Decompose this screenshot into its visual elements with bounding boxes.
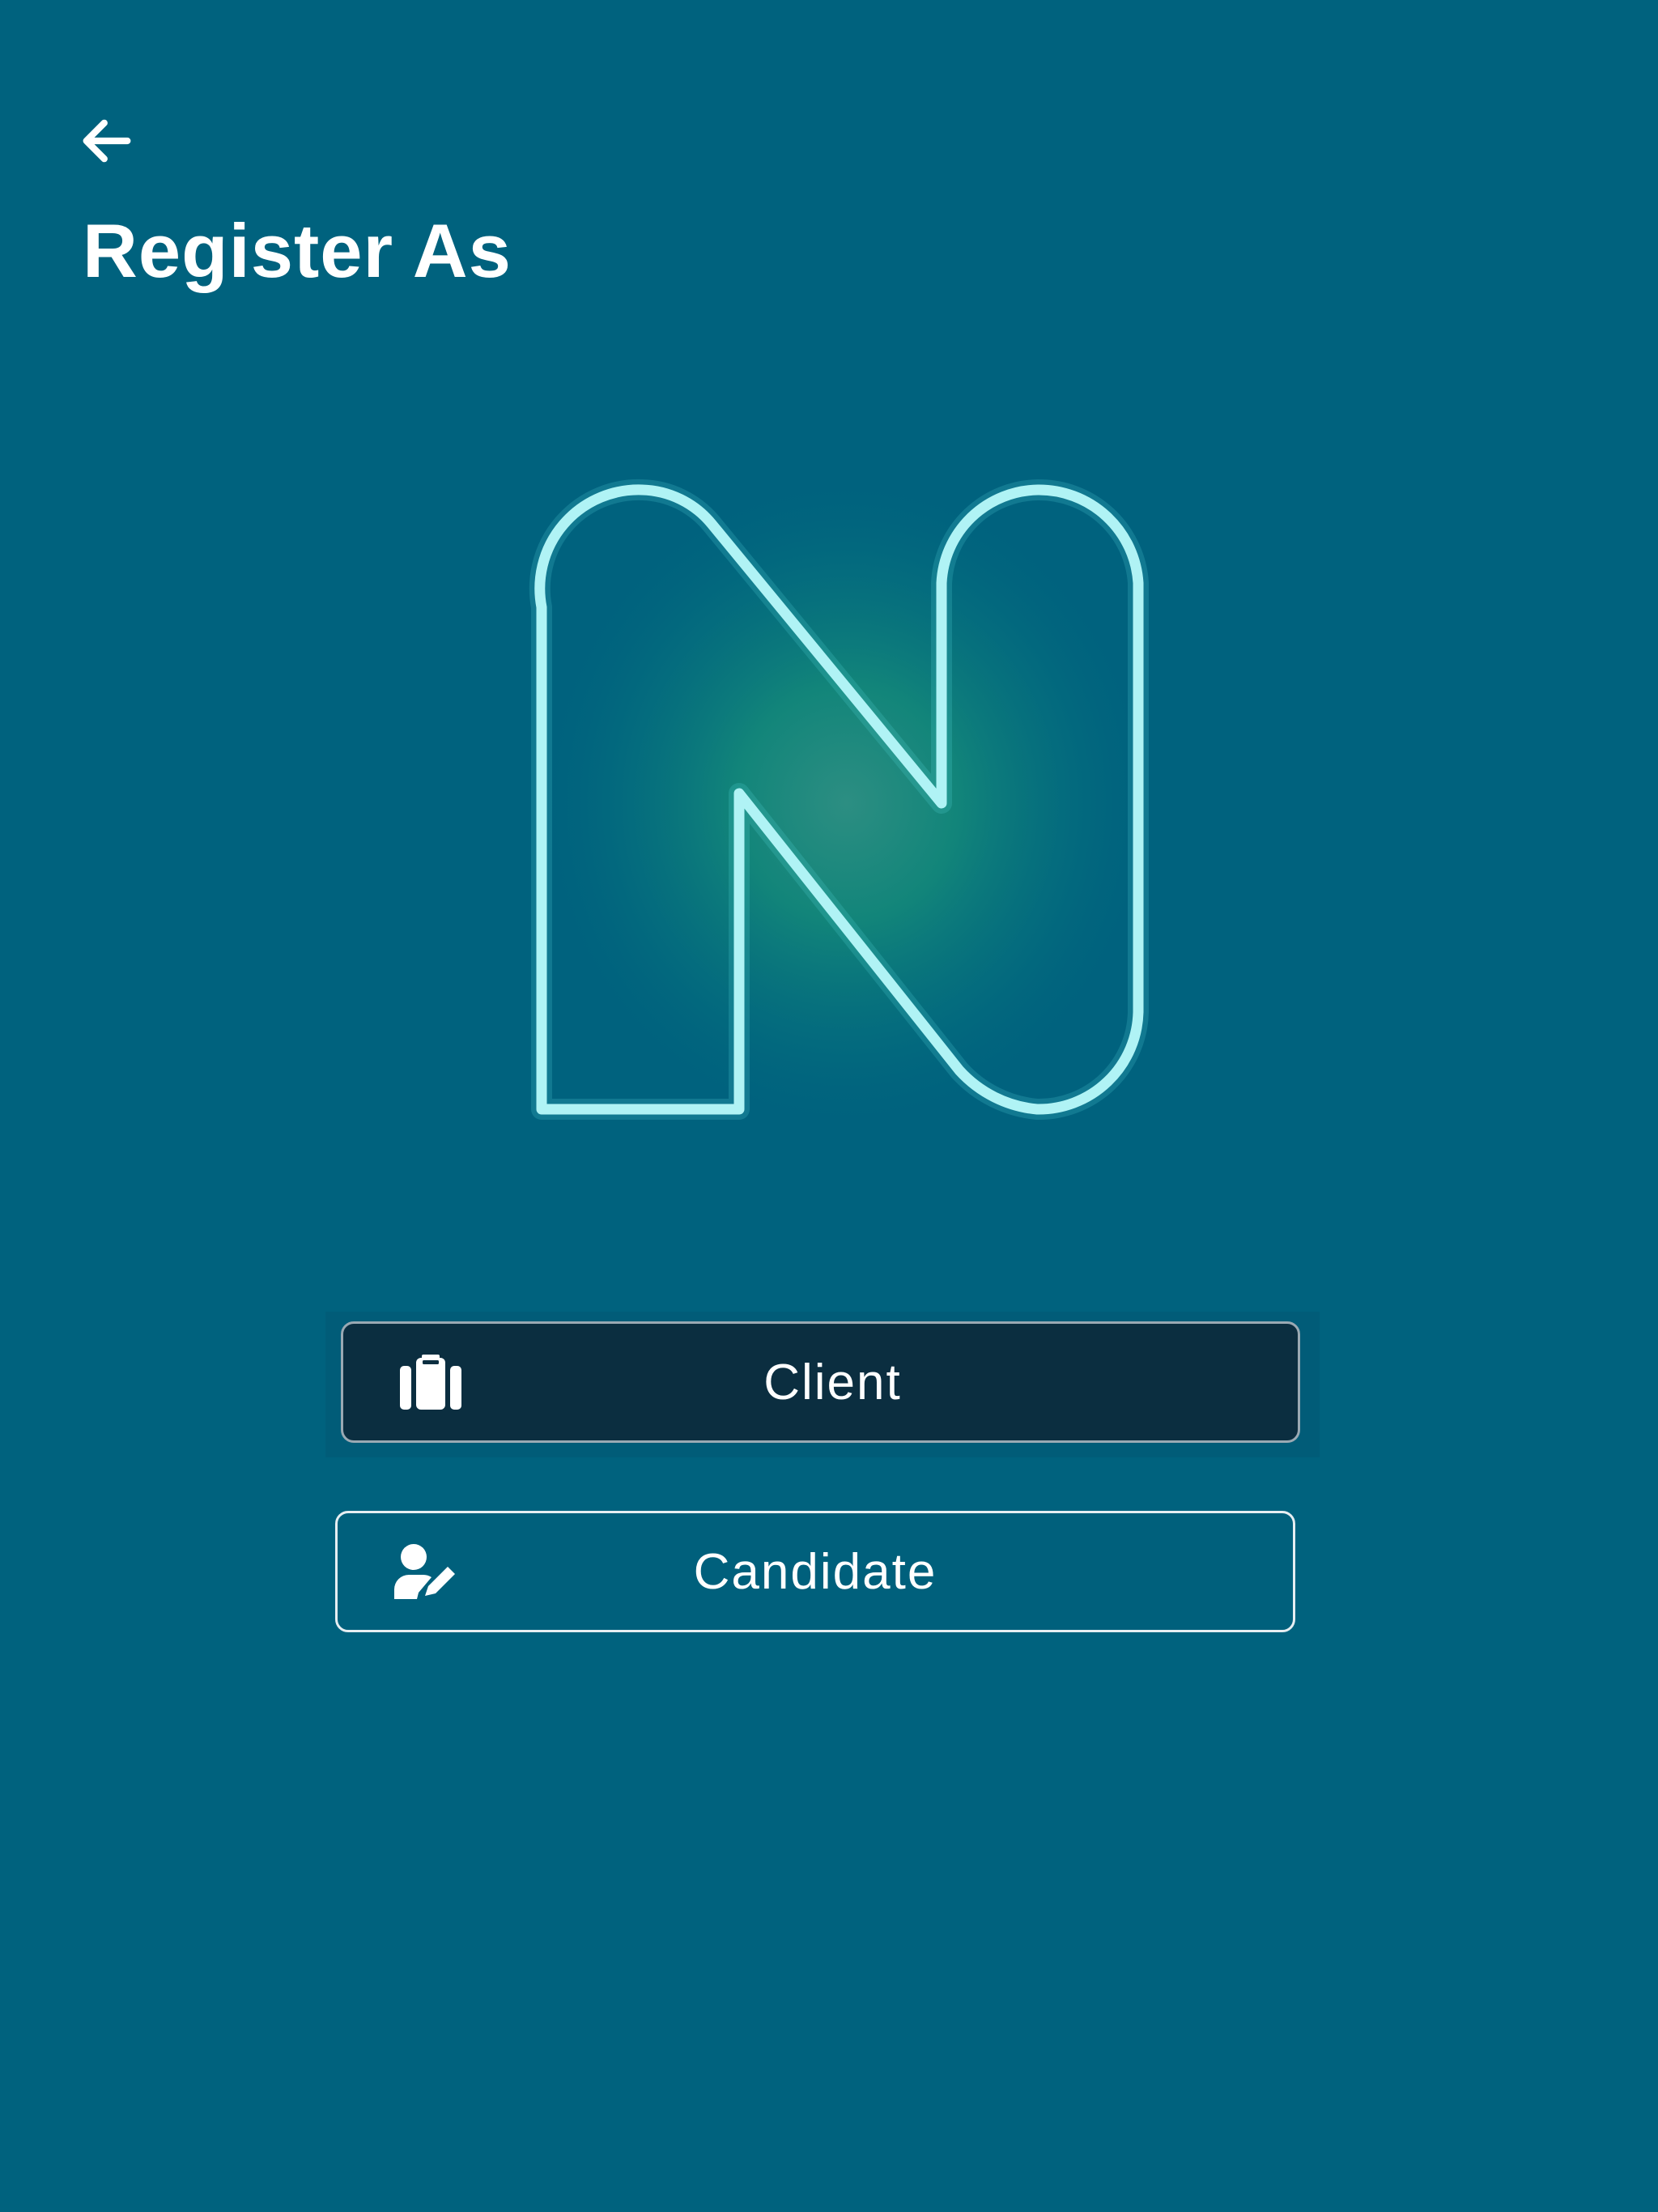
candidate-label: Candidate (693, 1543, 937, 1600)
client-button[interactable]: Client (341, 1321, 1300, 1443)
app-logo (518, 453, 1150, 1125)
arrow-left-icon (83, 119, 131, 163)
page-title: Register As (83, 208, 512, 293)
back-button[interactable] (74, 108, 139, 173)
user-edit-icon (391, 1542, 459, 1602)
client-label: Client (763, 1354, 902, 1410)
briefcase-icon (397, 1352, 465, 1412)
candidate-button[interactable]: Candidate (335, 1511, 1295, 1632)
